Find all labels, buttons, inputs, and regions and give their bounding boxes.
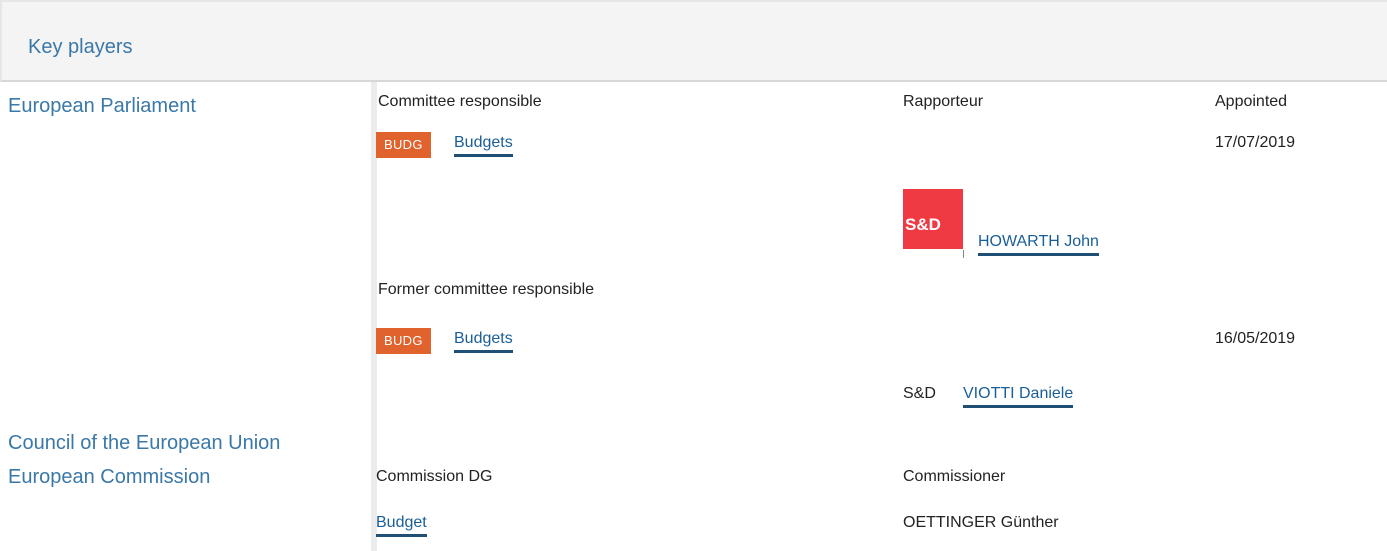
former-committee-link-budgets[interactable]: Budgets [454, 330, 513, 353]
committee-badge-budg: BUDG [376, 132, 431, 158]
key-players-header: Key players [0, 0, 1387, 82]
rapporteur-link-viotti[interactable]: VIOTTI Daniele [963, 385, 1074, 408]
logo-divider [963, 250, 964, 258]
committee-link-budgets[interactable]: Budgets [454, 134, 513, 157]
institution-european-commission: European Commission [8, 466, 211, 488]
section-title: Key players [28, 36, 133, 58]
institution-european-parliament: European Parliament [8, 95, 196, 117]
former-rapporteur-group: S&D [903, 385, 936, 402]
rapporteur-link-howarth[interactable]: HOWARTH John [978, 233, 1099, 256]
former-committee-label: Former committee responsible [378, 281, 595, 298]
sd-group-logo: S&D [903, 189, 963, 249]
appointed-date: 17/07/2019 [1215, 134, 1296, 151]
commissioner-label: Commissioner [903, 468, 1006, 485]
institution-council: Council of the European Union [8, 432, 281, 454]
rapporteur-label: Rapporteur [903, 93, 984, 110]
committee-responsible-label: Committee responsible [378, 93, 542, 110]
appointed-label: Appointed [1215, 93, 1288, 110]
commission-dg-label: Commission DG [376, 468, 493, 485]
former-appointed-date: 16/05/2019 [1215, 330, 1296, 347]
former-committee-badge-budg: BUDG [376, 328, 431, 354]
commission-dg-link-budget[interactable]: Budget [376, 514, 427, 537]
commissioner-name: OETTINGER Günther [903, 514, 1059, 531]
